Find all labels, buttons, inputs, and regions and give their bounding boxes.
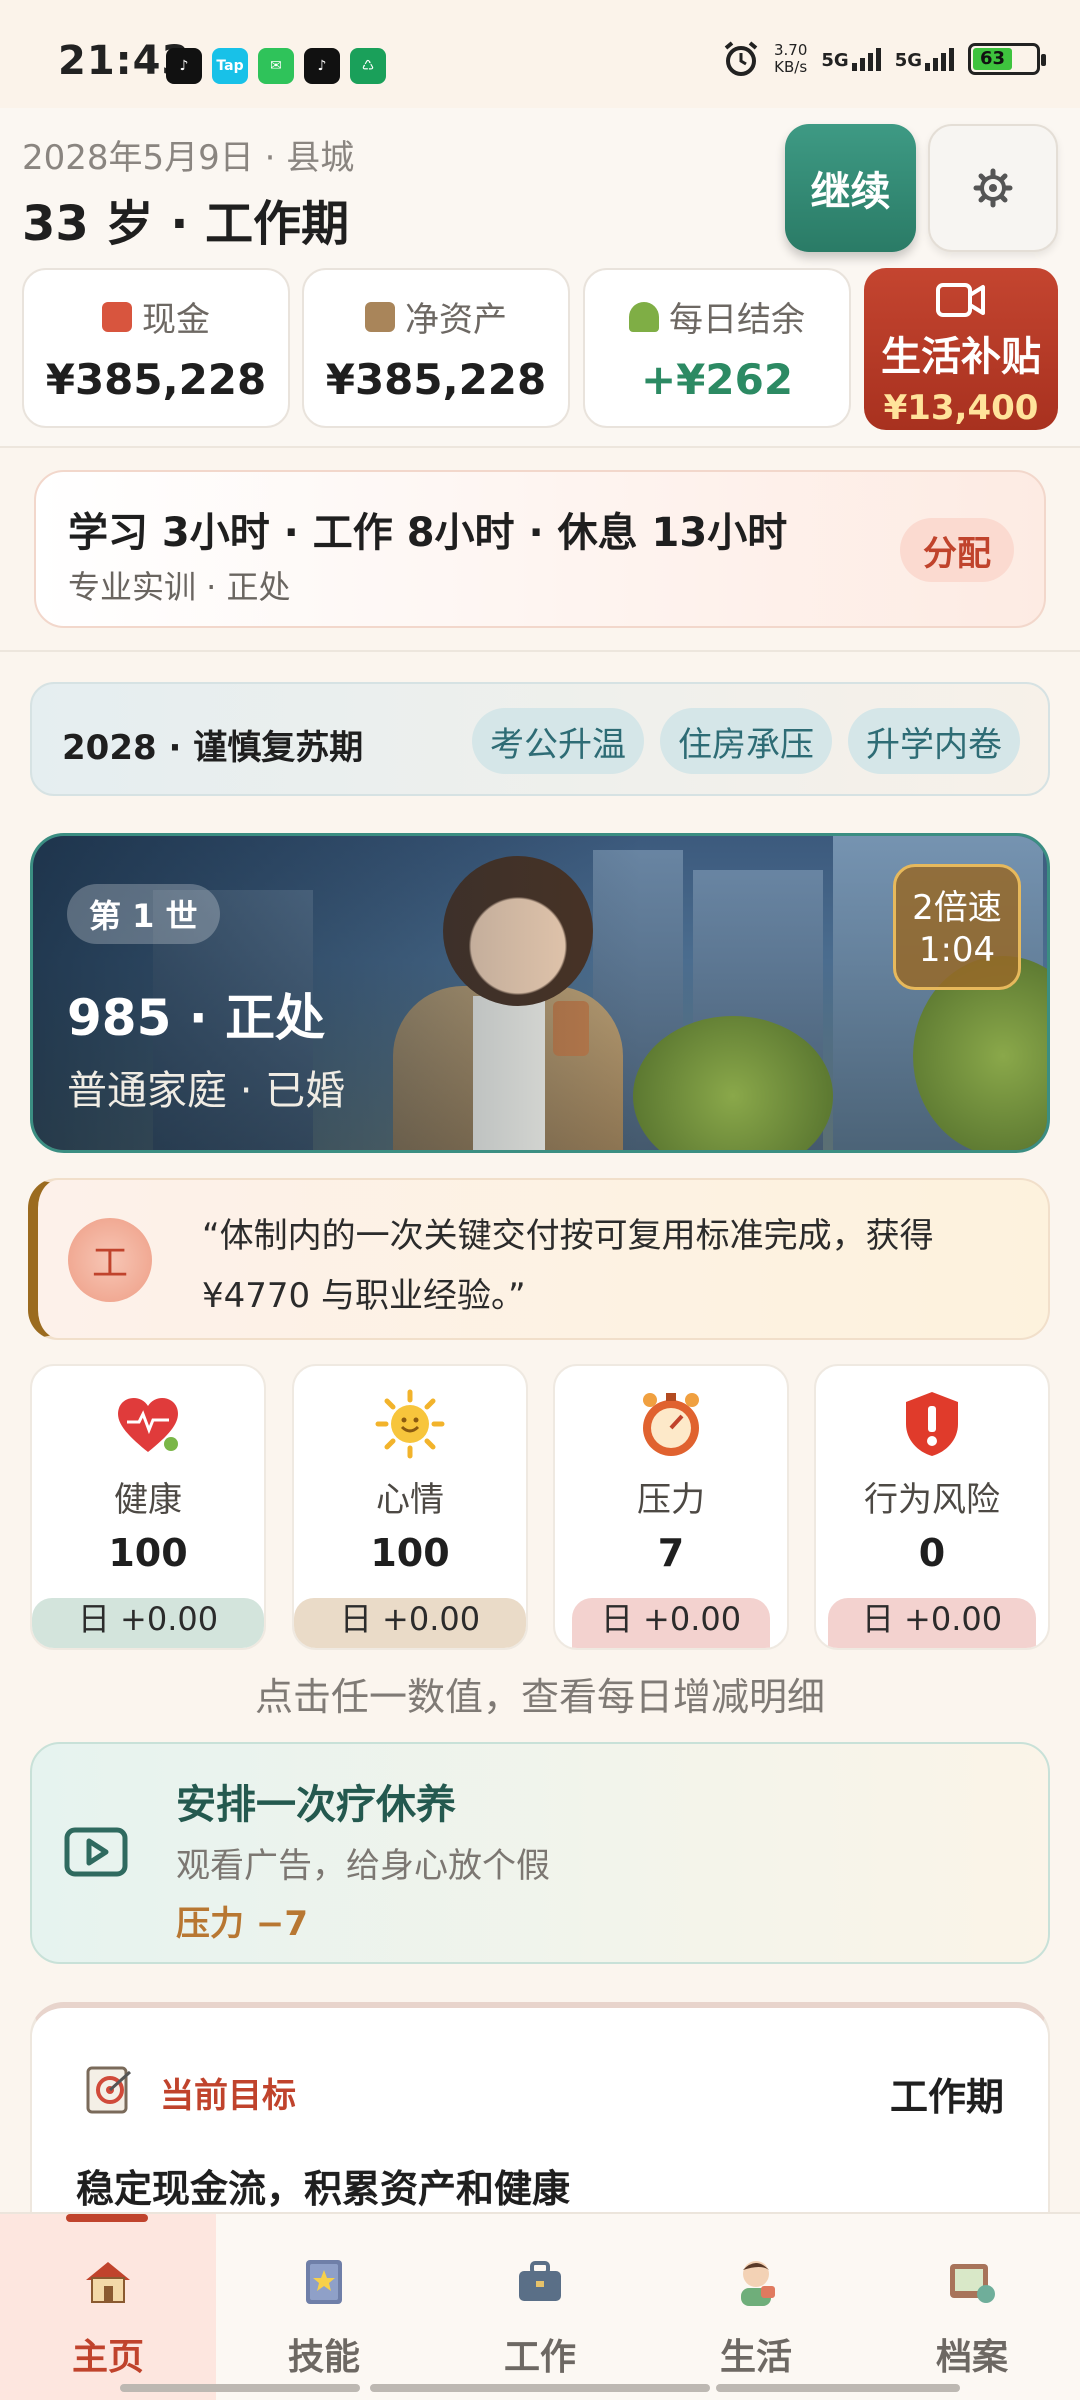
signal-2: 5G	[895, 47, 954, 71]
continue-button[interactable]: 继续	[785, 124, 916, 252]
book-icon	[306, 2260, 342, 2304]
life-count-badge: 第 1 世	[67, 884, 220, 944]
nav-home[interactable]: 主页	[0, 2214, 216, 2400]
mood-stat[interactable]: 心情 100 日 +0.00	[292, 1364, 528, 1650]
net-speed: 3.70 KB/s	[773, 41, 808, 76]
net-assets-value: ¥385,228	[325, 355, 547, 404]
battery-icon: 63	[968, 43, 1046, 75]
net-assets-card[interactable]: 净资产 ¥385,228	[302, 268, 570, 428]
sprout-icon	[629, 301, 659, 332]
cash-value: ¥385,228	[45, 355, 267, 404]
signal-bars-icon	[851, 47, 881, 71]
stopwatch-icon	[643, 1393, 699, 1456]
education-rank: 985 · 正处	[67, 989, 326, 1047]
age-phase: 33 岁 · 工作期	[22, 196, 350, 252]
cash-card[interactable]: 现金 ¥385,228	[22, 268, 290, 428]
gear-icon	[973, 168, 1013, 208]
vacation-ad-card[interactable]: 安排一次疗休养 观看广告，给身心放个假 压力 −7	[30, 1742, 1050, 1964]
target-notebook-icon	[86, 2066, 132, 2114]
event-text: “体制内的一次关键交付按可复用标准完成，获得 ¥4770 与职业经验。”	[202, 1216, 934, 1316]
daily-balance-value: +¥262	[640, 355, 794, 404]
nav-skills[interactable]: 技能	[216, 2214, 432, 2400]
vacation-title: 安排一次疗休养	[176, 1782, 456, 1828]
divider	[0, 446, 1080, 448]
status-bar: 21:43 ♪ Tap ✉ ♪ ♺ 3.70 KB/s 5G 5G 63	[0, 0, 1080, 108]
goal-title: 当前目标	[160, 2076, 296, 2116]
family-status: 普通家庭 · 已婚	[67, 1068, 346, 1114]
gesture-bar	[120, 2384, 360, 2392]
vacation-effect: 压力 −7	[176, 1904, 308, 1944]
signal-1: 5G	[821, 47, 881, 71]
vacation-desc: 观看广告，给身心放个假	[176, 1846, 550, 1886]
health-stat[interactable]: 健康 100 日 +0.00	[30, 1364, 266, 1650]
nav-archive[interactable]: 档案	[864, 2214, 1080, 2400]
heart-icon	[118, 1397, 178, 1452]
wallet-icon	[102, 301, 132, 332]
home-icon	[86, 2262, 130, 2303]
subsidy-amount: ¥13,400	[883, 388, 1039, 428]
warning-shield-icon	[906, 1392, 958, 1456]
allocation-summary: 学习 3小时 · 工作 8小时 · 休息 13小时	[68, 510, 788, 556]
video-icon	[936, 283, 985, 317]
divider	[0, 650, 1080, 652]
music-app-icon-2: ♪	[304, 48, 340, 84]
notification-icons: ♪ Tap ✉ ♪ ♺	[166, 48, 386, 84]
photo-album-icon	[950, 2264, 995, 2303]
briefcase-icon	[519, 2261, 561, 2301]
alarm-icon	[724, 41, 758, 76]
period-tag[interactable]: 考公升温	[472, 708, 644, 774]
wechat-app-icon: ✉	[258, 48, 294, 84]
date-location: 2028年5月9日 · 县城	[22, 138, 355, 178]
signal-bars-icon	[925, 47, 954, 71]
time-allocation-card: 学习 3小时 · 工作 8小时 · 休息 13小时 专业实训 · 正处 分配	[34, 470, 1046, 628]
living-subsidy-button[interactable]: 生活补贴 ¥13,400	[864, 268, 1058, 430]
taptap-app-icon: Tap	[212, 48, 248, 84]
subsidy-label: 生活补贴	[881, 334, 1041, 380]
stress-stat[interactable]: 压力 7 日 +0.00	[553, 1364, 789, 1650]
bottom-navigation: 主页 技能 工作 生活 档案	[0, 2212, 1080, 2400]
building-icon	[365, 301, 395, 332]
settings-button[interactable]	[928, 124, 1058, 252]
period-title: 2028 · 谨慎复苏期	[62, 728, 364, 768]
video-icon	[64, 1827, 128, 1877]
music-app-icon: ♪	[166, 48, 202, 84]
gesture-bar	[370, 2384, 710, 2392]
person-icon	[741, 2261, 775, 2306]
stats-hint: 点击任一数值，查看每日增减明细	[254, 1675, 825, 1719]
nav-life[interactable]: 生活	[648, 2214, 864, 2400]
period-tag[interactable]: 住房承压	[660, 708, 832, 774]
period-tag[interactable]: 升学内卷	[848, 708, 1020, 774]
event-message: 工 “体制内的一次关键交付按可复用标准完成，获得 ¥4770 与职业经验。”	[28, 1178, 1050, 1340]
daily-balance-card[interactable]: 每日结余 +¥262	[583, 268, 851, 428]
speed-button[interactable]: 2倍速 1:04	[893, 864, 1021, 990]
sun-icon	[375, 1389, 445, 1459]
goal-phase: 工作期	[889, 2075, 1004, 2119]
recycle-app-icon: ♺	[350, 48, 386, 84]
allocation-detail: 专业实训 · 正处	[68, 568, 291, 606]
economic-period-banner[interactable]: 2028 · 谨慎复苏期 考公升温 住房承压 升学内卷	[30, 682, 1050, 796]
behavior-risk-stat[interactable]: 行为风险 0 日 +0.00	[814, 1364, 1050, 1650]
allocate-button[interactable]: 分配	[900, 518, 1014, 582]
goal-description: 稳定现金流，积累资产和健康	[76, 2167, 571, 2211]
nav-work[interactable]: 工作	[432, 2214, 648, 2400]
character-card[interactable]: 第 1 世 985 · 正处 普通家庭 · 已婚 2倍速 1:04	[30, 833, 1050, 1153]
gesture-bar	[716, 2384, 960, 2392]
work-badge-icon: 工	[68, 1218, 152, 1302]
